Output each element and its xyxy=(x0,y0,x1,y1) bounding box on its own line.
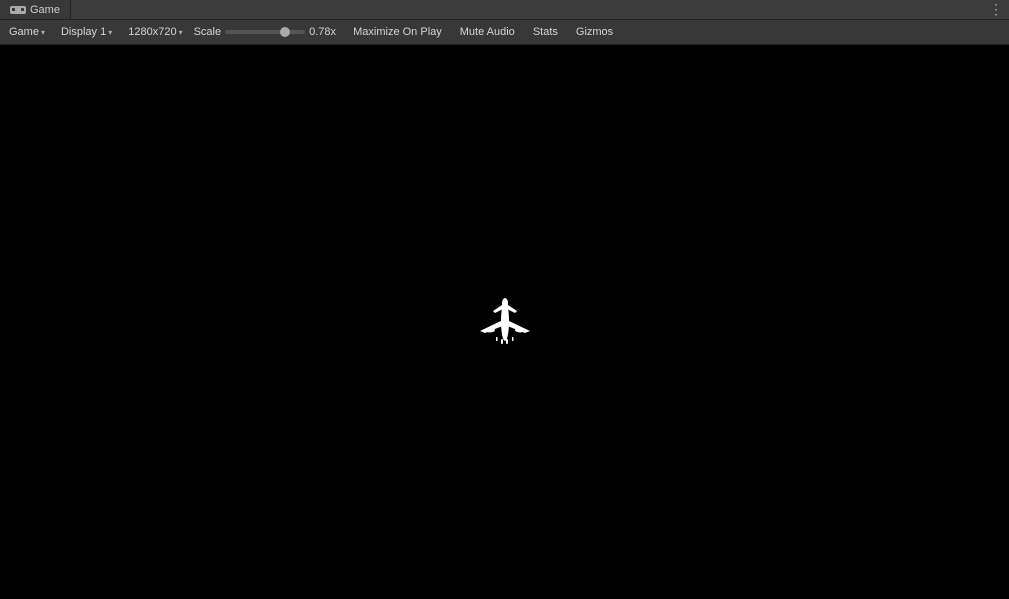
gizmos-button[interactable]: Gizmos xyxy=(570,22,619,42)
maximize-on-play-label: Maximize On Play xyxy=(353,26,442,38)
scale-section: Scale 0.78x xyxy=(194,26,342,38)
maximize-on-play-button[interactable]: Maximize On Play xyxy=(347,22,448,42)
game-dropdown-button[interactable]: Game ▾ xyxy=(4,22,50,42)
resolution-dropdown-button[interactable]: 1280x720 ▾ xyxy=(123,22,187,42)
stats-button[interactable]: Stats xyxy=(527,22,564,42)
airplane-container xyxy=(475,293,535,351)
tab-more-button[interactable]: ⋮ xyxy=(983,1,1009,18)
tab-bar: Game ⋮ xyxy=(0,0,1009,20)
unity-game-window: Game ⋮ Game ▾ Display 1 ▾ 1280x720 ▾ Sca… xyxy=(0,0,1009,599)
stats-label: Stats xyxy=(533,26,558,38)
game-icon xyxy=(10,4,26,16)
game-dropdown-label: Game xyxy=(9,26,39,38)
display-dropdown-arrow-icon: ▾ xyxy=(108,28,112,37)
game-viewport xyxy=(0,45,1009,599)
airplane-icon xyxy=(475,293,535,348)
scale-slider[interactable] xyxy=(225,30,305,34)
game-tab-label: Game xyxy=(30,4,60,16)
game-toolbar: Game ▾ Display 1 ▾ 1280x720 ▾ Scale 0.78… xyxy=(0,20,1009,45)
display-dropdown-button[interactable]: Display 1 ▾ xyxy=(56,22,117,42)
mute-audio-label: Mute Audio xyxy=(460,26,515,38)
game-dropdown-arrow-icon: ▾ xyxy=(41,28,45,37)
resolution-dropdown-arrow-icon: ▾ xyxy=(179,28,183,37)
resolution-dropdown-label: 1280x720 xyxy=(128,26,176,38)
game-tab[interactable]: Game xyxy=(0,0,71,19)
scale-value: 0.78x xyxy=(309,26,341,38)
gizmos-label: Gizmos xyxy=(576,26,613,38)
display-dropdown-label: Display 1 xyxy=(61,26,106,38)
mute-audio-button[interactable]: Mute Audio xyxy=(454,22,521,42)
scale-label: Scale xyxy=(194,26,222,38)
